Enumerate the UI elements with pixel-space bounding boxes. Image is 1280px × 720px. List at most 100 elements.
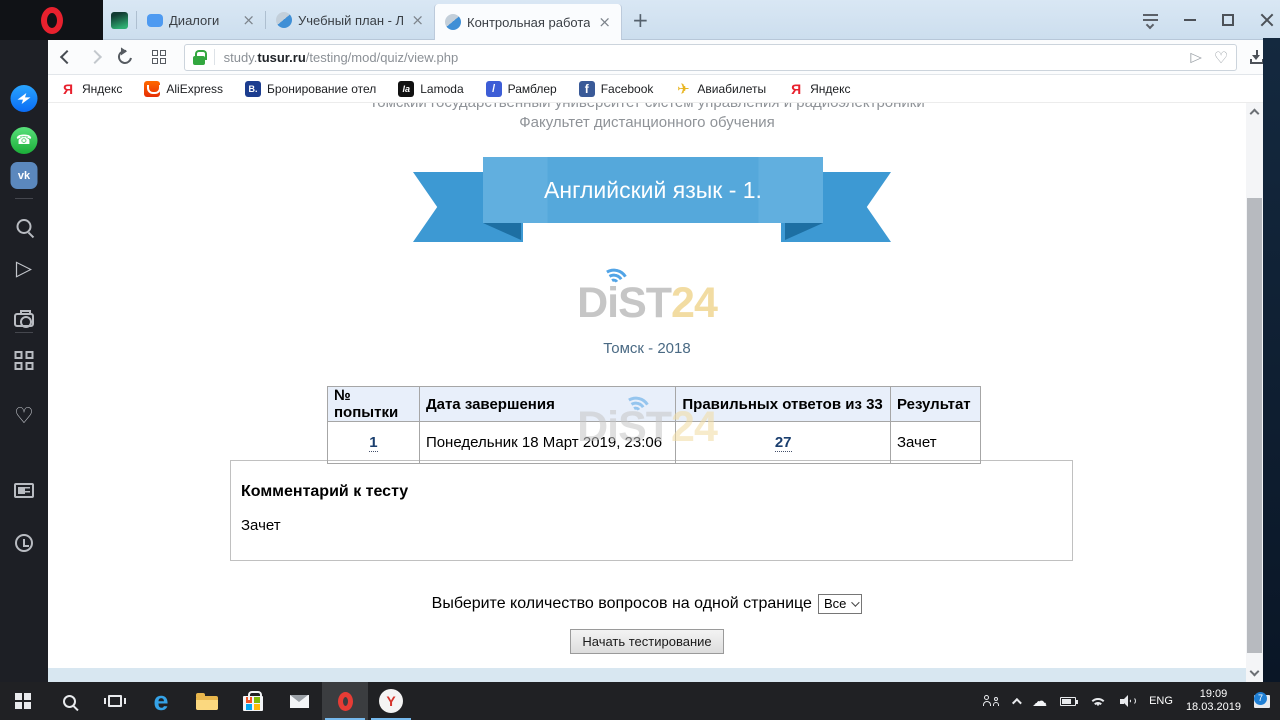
pinned-tab[interactable] [111,12,128,29]
table-header-row: № попытки Дата завершения Правильных отв… [328,387,981,422]
scrollbar-thumb[interactable] [1247,198,1262,653]
bookmark-avia[interactable]: ✈ Авиабилеты [675,81,766,97]
bookmarks-heart-icon[interactable]: ♡ [14,406,34,428]
bookmark-aliexpress[interactable]: AliExpress [144,81,223,97]
forward-icon[interactable] [88,50,102,64]
search-icon[interactable] [17,219,32,234]
edge-icon: e [153,688,168,715]
rambler-icon: / [486,81,502,97]
people-icon[interactable] [983,695,999,708]
bookmark-facebook[interactable]: f Facebook [579,81,654,97]
bookmark-heart-icon[interactable]: ♡ [1214,48,1228,67]
attempt-link[interactable]: 1 [369,434,377,452]
snapshot-camera-icon[interactable] [14,313,34,327]
history-clock-icon[interactable] [15,534,33,552]
bookmark-lamoda[interactable]: la Lamoda [398,81,463,97]
tab-close-icon[interactable]: × [240,13,257,28]
mail-button[interactable] [276,682,322,720]
language-indicator[interactable]: ENG [1149,695,1173,707]
bookmark-rambler[interactable]: / Рамблер [486,81,557,97]
vk-icon[interactable]: vk [11,162,38,189]
speed-dial-grid-icon[interactable] [15,351,34,370]
address-bar[interactable]: study.tusur.ru/testing/mod/quiz/view.php… [184,44,1238,71]
bookmark-yandex-2[interactable]: Я Яндекс [788,81,850,97]
close-button[interactable] [1260,13,1274,27]
my-flow-icon[interactable]: ▷ [16,258,32,279]
url-text[interactable]: study.tusur.ru/testing/mod/quiz/view.php [224,50,459,65]
address-toolbar: study.tusur.ru/testing/mod/quiz/view.php… [48,40,1264,75]
facebook-icon: f [579,81,595,97]
opera-icon [338,692,353,711]
tab-close-icon[interactable]: × [596,15,613,30]
course-ribbon: Английский язык - 1. [483,157,823,223]
scroll-down-icon[interactable] [1250,667,1260,677]
search-icon [63,695,76,708]
divider [15,198,33,199]
tab-dialogs[interactable]: Диалоги × [137,0,265,40]
whatsapp-icon[interactable]: ☎ [11,127,38,154]
system-tray: ☁ ENG 19:09 18.03.2019 7 [983,682,1280,720]
score-cell: 27 [676,422,891,464]
news-icon[interactable] [14,483,34,498]
file-explorer-button[interactable] [184,682,230,720]
chevron-down-icon [852,598,860,606]
attempt-cell: 1 [328,422,420,464]
page-scrollbar[interactable] [1246,103,1263,682]
scroll-up-icon[interactable] [1250,109,1260,119]
date-label: 18.03.2019 [1186,701,1241,714]
edge-button[interactable]: e [138,682,184,720]
yandex-icon: Я [788,81,804,97]
speed-dial-icon[interactable] [152,50,166,64]
minimize-button[interactable] [1184,19,1196,21]
maximize-button[interactable] [1222,14,1234,26]
new-tab-button[interactable]: + [632,10,649,30]
bookmark-yandex[interactable]: Я Яндекс [60,81,122,97]
opera-taskbar-button[interactable] [322,682,368,720]
start-test-button[interactable]: Начать тестирование [570,629,723,654]
task-view-button[interactable] [92,682,138,720]
column-header: № попытки [328,387,420,422]
tab-strip: Диалоги × Учебный план - Личный × Контро… [103,0,659,40]
start-button[interactable] [0,682,46,720]
secure-lock-icon[interactable] [193,56,205,65]
window-controls [1143,0,1274,40]
reload-icon[interactable] [115,47,134,66]
lamoda-icon: la [398,81,414,97]
store-button[interactable] [230,682,276,720]
questions-per-page-select[interactable]: Все [818,594,862,614]
tab-study-plan[interactable]: Учебный план - Личный × [266,0,434,40]
bookmark-booking[interactable]: B. Бронирование отел [245,81,376,97]
date-cell: Понедельник 18 Март 2019, 23:06 [419,422,675,464]
hidden-icons-chevron[interactable] [1012,697,1022,707]
page-content: Томский государственный университет сист… [48,103,1246,682]
taskbar-search-button[interactable] [46,682,92,720]
comment-body: Зачет [241,517,1060,534]
column-header: Результат [890,387,980,422]
battery-icon[interactable] [1060,697,1076,706]
score-link[interactable]: 27 [775,434,792,452]
bookmarks-bar: Я Яндекс AliExpress B. Бронирование отел… [48,75,1264,103]
comment-title: Комментарий к тесту [241,483,1060,501]
clock[interactable]: 19:09 18.03.2019 [1186,688,1241,714]
tab-close-icon[interactable]: × [409,13,426,28]
windows-taskbar: e Y ☁ ENG 19:09 18.03.2019 7 [0,682,1280,720]
share-icon[interactable]: ▷ [1190,49,1202,65]
yandex-browser-button[interactable]: Y [368,682,414,720]
messenger-icon[interactable] [11,85,38,112]
pagination-row: Выберите количество вопросов на одной ст… [48,594,1246,614]
university-title: Томский государственный университет сист… [48,103,1246,111]
screen: Диалоги × Учебный план - Личный × Контро… [0,0,1280,720]
onedrive-cloud-icon[interactable]: ☁ [1032,694,1047,709]
tab-menu-icon[interactable] [1143,14,1158,27]
volume-icon[interactable] [1120,695,1136,707]
time-label: 19:09 [1186,688,1241,701]
action-center-icon[interactable]: 7 [1254,695,1270,708]
download-icon[interactable] [1249,50,1264,64]
wifi-icon[interactable] [1089,695,1107,707]
aliexpress-icon [144,81,160,97]
opera-sidebar: ☎ vk ▷ ♡ [0,40,48,682]
tab-quiz-active[interactable]: Контрольная работа по д × [434,4,622,40]
opera-menu-button[interactable] [0,0,103,40]
column-header: Правильных ответов из 33 [676,387,891,422]
back-icon[interactable] [60,50,74,64]
